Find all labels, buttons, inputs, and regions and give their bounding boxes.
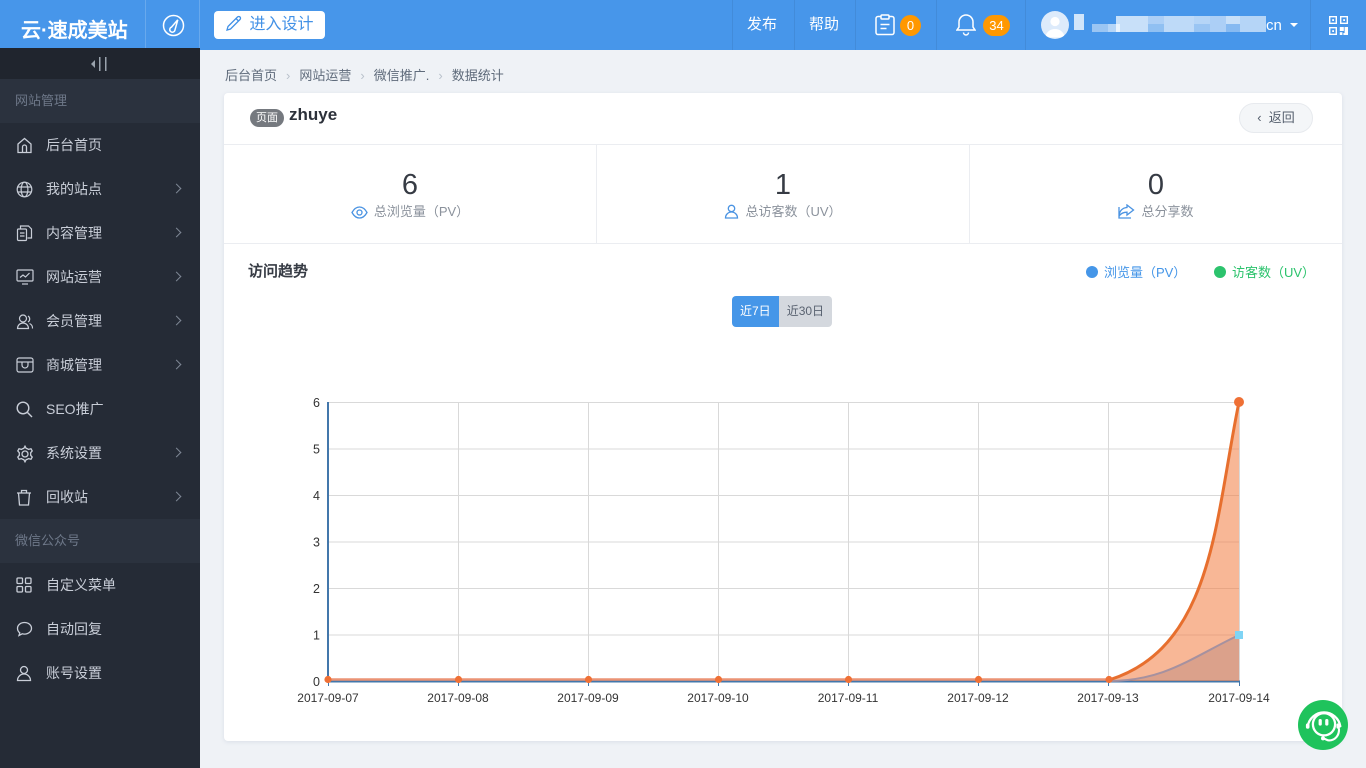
svg-text:2017-09-10: 2017-09-10 <box>687 691 749 705</box>
svg-text:2017-09-09: 2017-09-09 <box>557 691 619 705</box>
svg-text:2017-09-13: 2017-09-13 <box>1077 691 1139 705</box>
svg-text:5: 5 <box>313 443 320 457</box>
svg-text:2017-09-11: 2017-09-11 <box>818 691 879 705</box>
svg-text:1: 1 <box>313 629 320 643</box>
svg-text:4: 4 <box>313 489 320 503</box>
svg-text:2017-09-08: 2017-09-08 <box>427 691 489 705</box>
svg-text:2017-09-12: 2017-09-12 <box>947 691 1009 705</box>
svg-text:2017-09-07: 2017-09-07 <box>297 691 359 705</box>
svg-text:6: 6 <box>313 396 320 410</box>
svg-text:3: 3 <box>313 536 320 550</box>
svg-text:2: 2 <box>313 582 320 596</box>
svg-text:2017-09-14: 2017-09-14 <box>1208 691 1270 705</box>
svg-text:0: 0 <box>313 675 320 689</box>
